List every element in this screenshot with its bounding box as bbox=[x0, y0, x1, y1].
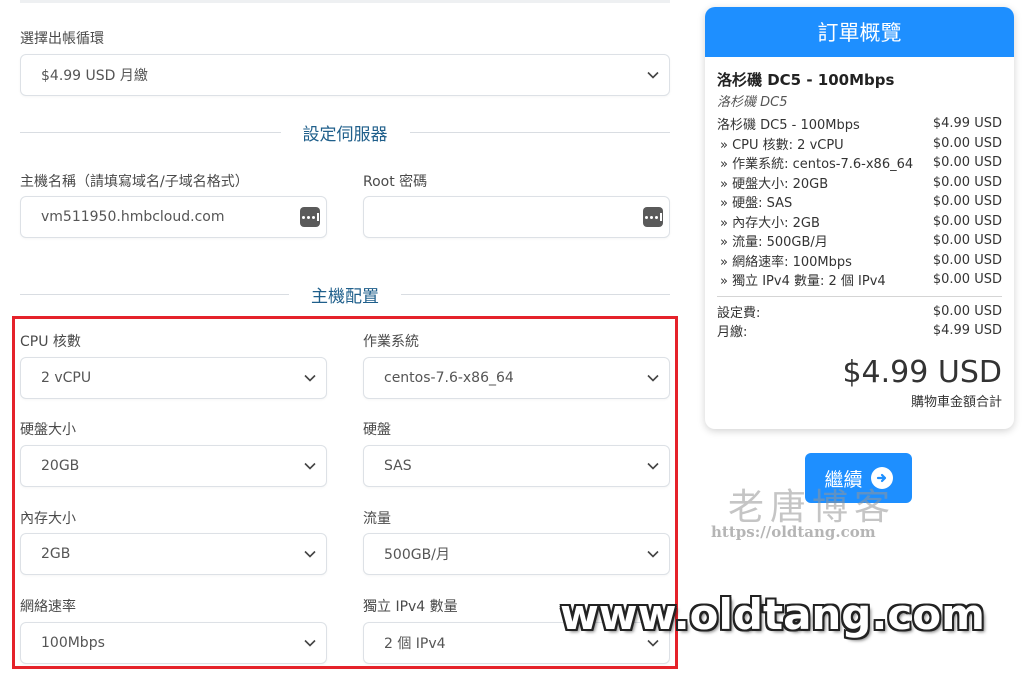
item-desc: » 獨立 IPv4 數量: 2 個 IPv4 bbox=[720, 274, 886, 290]
item-desc: » 流量: 500GB/月 bbox=[720, 235, 828, 251]
password-manager-icon[interactable] bbox=[643, 207, 663, 227]
total-label: 購物車金額合計 bbox=[910, 394, 1002, 410]
cpu-select[interactable]: 2 vCPU bbox=[20, 357, 327, 399]
memory-label: 內存大小 bbox=[20, 511, 76, 527]
chevron-down-icon bbox=[298, 631, 322, 655]
hostname-value: vm511950.hmbcloud.com bbox=[41, 209, 225, 225]
server-section-header: 設定伺服器 bbox=[20, 120, 670, 145]
root-password-input[interactable] bbox=[363, 196, 670, 238]
ipv4-count-label: 獨立 IPv4 數量 bbox=[363, 599, 458, 615]
summary-item: » CPU 核數: 2 vCPU $0.00 USD bbox=[717, 134, 1002, 154]
memory-select[interactable]: 2GB bbox=[20, 533, 327, 575]
monthly-label: 月繳: bbox=[717, 325, 748, 341]
summary-items: 洛杉磯 DC5 - 100Mbps $4.99 USD » CPU 核數: 2 v… bbox=[717, 114, 1002, 290]
top-divider bbox=[20, 0, 670, 3]
order-summary-card: 訂單概覽 洛杉磯 DC5 - 100Mbps 洛杉磯 DC5 洛杉磯 DC5 -… bbox=[705, 7, 1014, 429]
item-price: $0.00 USD bbox=[932, 272, 1002, 288]
config-section-title: 主機配置 bbox=[311, 286, 379, 307]
watermark-url-big: www.oldtang.com bbox=[560, 590, 985, 639]
network-speed-select[interactable]: 100Mbps bbox=[20, 622, 327, 664]
chevron-down-icon bbox=[298, 542, 322, 566]
summary-divider bbox=[717, 295, 1002, 297]
item-desc: » 作業系統: centos-7.6-x86_64 bbox=[720, 157, 914, 173]
summary-item: » 獨立 IPv4 數量: 2 個 IPv4 $0.00 USD bbox=[717, 270, 1002, 290]
item-desc: » 內存大小: 2GB bbox=[720, 215, 820, 231]
item-desc: » CPU 核數: 2 vCPU bbox=[720, 137, 844, 153]
product-name: 洛杉磯 DC5 - 100Mbps bbox=[717, 71, 895, 89]
network-speed-value: 100Mbps bbox=[41, 635, 105, 651]
disk-type-value: SAS bbox=[384, 458, 412, 474]
summary-item: 洛杉磯 DC5 - 100Mbps $4.99 USD bbox=[717, 114, 1002, 134]
summary-item: » 內存大小: 2GB $0.00 USD bbox=[717, 212, 1002, 232]
os-value: centos-7.6-x86_64 bbox=[384, 370, 514, 386]
item-price: $0.00 USD bbox=[932, 252, 1002, 268]
traffic-label: 流量 bbox=[363, 511, 391, 527]
traffic-value: 500GB/月 bbox=[384, 547, 450, 563]
setup-fee-price: $0.00 USD bbox=[932, 303, 1002, 319]
chevron-down-icon bbox=[298, 454, 322, 478]
root-password-label: Root 密碼 bbox=[363, 174, 428, 190]
disk-size-value: 20GB bbox=[41, 458, 80, 474]
chevron-down-icon bbox=[641, 63, 665, 87]
item-desc: 洛杉磯 DC5 - 100Mbps bbox=[717, 118, 860, 134]
disk-size-select[interactable]: 20GB bbox=[20, 445, 327, 487]
memory-value: 2GB bbox=[41, 546, 71, 562]
summary-item: » 作業系統: centos-7.6-x86_64 $0.00 USD bbox=[717, 153, 1002, 173]
disk-type-select[interactable]: SAS bbox=[363, 445, 670, 487]
item-price: $0.00 USD bbox=[932, 213, 1002, 229]
chevron-down-icon bbox=[641, 454, 665, 478]
traffic-select[interactable]: 500GB/月 bbox=[363, 533, 670, 575]
order-summary-title: 訂單概覽 bbox=[705, 7, 1014, 57]
chevron-down-icon bbox=[298, 366, 322, 390]
cpu-value: 2 vCPU bbox=[41, 370, 92, 386]
setup-fee-label: 設定費: bbox=[717, 305, 761, 321]
item-price: $4.99 USD bbox=[932, 116, 1002, 132]
summary-item: » 硬盤大小: 20GB $0.00 USD bbox=[717, 173, 1002, 193]
billing-cycle-value: $4.99 USD 月繳 bbox=[41, 68, 148, 84]
config-section-header: 主機配置 bbox=[20, 282, 670, 307]
setup-fee-row: 設定費: $0.00 USD bbox=[717, 302, 1002, 322]
summary-item: » 硬盤: SAS $0.00 USD bbox=[717, 192, 1002, 212]
watermark-url-small: https://oldtang.com bbox=[711, 523, 876, 541]
item-price: $0.00 USD bbox=[932, 194, 1002, 210]
item-desc: » 硬盤大小: 20GB bbox=[720, 176, 829, 192]
chevron-down-icon bbox=[641, 542, 665, 566]
network-speed-label: 網絡速率 bbox=[20, 599, 76, 615]
os-label: 作業系統 bbox=[363, 334, 419, 350]
item-price: $0.00 USD bbox=[932, 135, 1002, 151]
monthly-row: 月繳: $4.99 USD bbox=[717, 321, 1002, 341]
hostname-label: 主機名稱（請填寫域名/子域名格式） bbox=[20, 174, 249, 190]
summary-item: » 網絡速率: 100Mbps $0.00 USD bbox=[717, 251, 1002, 271]
item-price: $0.00 USD bbox=[932, 233, 1002, 249]
password-manager-icon[interactable] bbox=[300, 207, 320, 227]
hostname-input[interactable]: vm511950.hmbcloud.com bbox=[20, 196, 327, 238]
product-group: 洛杉磯 DC5 bbox=[717, 95, 788, 110]
disk-size-label: 硬盤大小 bbox=[20, 422, 76, 438]
billing-cycle-select[interactable]: $4.99 USD 月繳 bbox=[20, 54, 670, 96]
item-price: $0.00 USD bbox=[932, 174, 1002, 190]
chevron-down-icon bbox=[641, 366, 665, 390]
item-price: $0.00 USD bbox=[932, 155, 1002, 171]
billing-cycle-label: 選擇出帳循環 bbox=[20, 31, 104, 47]
item-desc: » 網絡速率: 100Mbps bbox=[720, 254, 852, 270]
os-select[interactable]: centos-7.6-x86_64 bbox=[363, 357, 670, 399]
total-price: $4.99 USD bbox=[842, 354, 1002, 390]
server-section-title: 設定伺服器 bbox=[302, 124, 388, 145]
disk-type-label: 硬盤 bbox=[363, 422, 391, 438]
summary-item: » 流量: 500GB/月 $0.00 USD bbox=[717, 231, 1002, 251]
monthly-price: $4.99 USD bbox=[932, 323, 1002, 339]
cpu-label: CPU 核數 bbox=[20, 334, 81, 350]
item-desc: » 硬盤: SAS bbox=[720, 196, 793, 212]
